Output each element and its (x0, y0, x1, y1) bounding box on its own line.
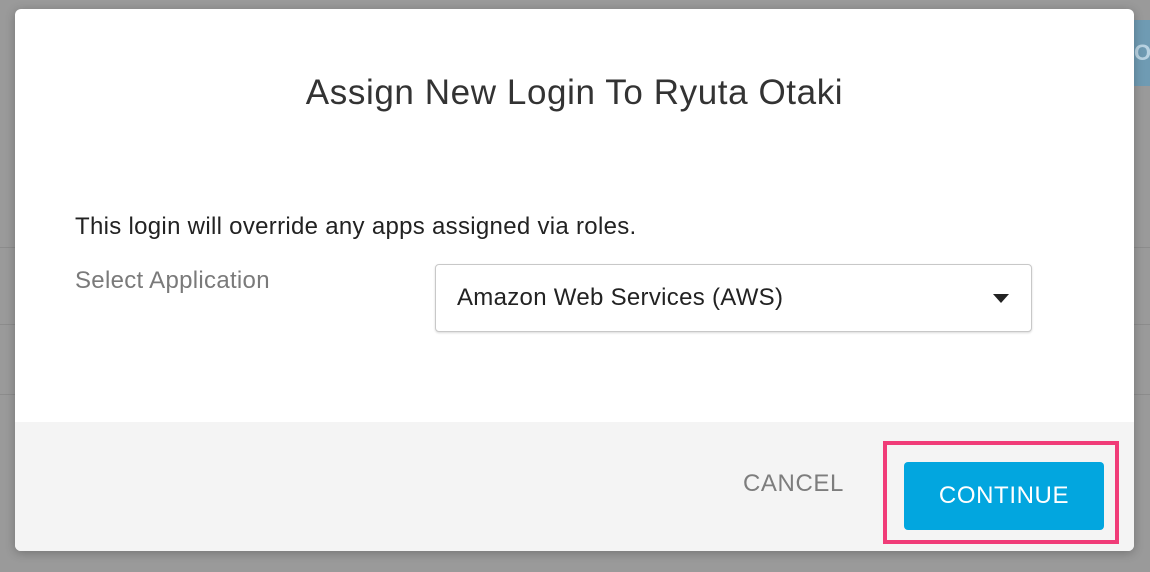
continue-button[interactable]: CONTINUE (904, 462, 1104, 530)
dialog-title: Assign New Login To Ryuta Otaki (305, 73, 844, 112)
application-select[interactable]: Amazon Web Services (AWS) (435, 264, 1032, 332)
background-button-edge: O (1132, 20, 1150, 86)
application-select-value: Amazon Web Services (AWS) (457, 284, 784, 311)
assign-login-dialog: Assign New Login To Ryuta Otaki This log… (15, 9, 1134, 551)
dialog-footer: CANCEL CONTINUE (15, 422, 1134, 551)
override-notice: This login will override any apps assign… (75, 213, 637, 240)
cancel-button[interactable]: CANCEL (743, 470, 844, 498)
select-application-label: Select Application (75, 267, 270, 294)
caret-down-icon (993, 294, 1009, 303)
